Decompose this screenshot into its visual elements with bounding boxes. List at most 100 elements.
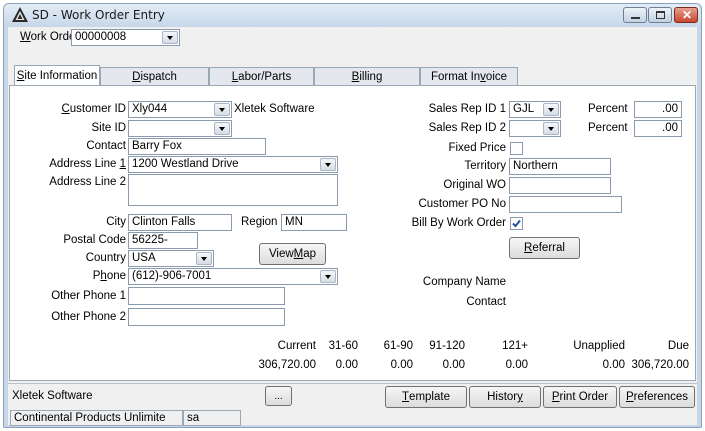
form-body: Work Order 00000008 Site Information Dis… [8,27,697,426]
customer-id-select[interactable]: Xly044 [128,101,232,118]
view-map-button[interactable]: View Map [259,243,326,265]
aging-header: 91-120 [429,340,465,352]
chevron-down-icon [543,103,559,116]
tab-site-information[interactable]: Site Information [14,65,100,86]
postal-code-label: Postal Code [63,234,126,246]
chevron-down-icon [543,122,559,135]
chevron-down-icon [214,103,230,116]
history-button[interactable]: Histor y [469,386,541,408]
other-phone-1-label: Other Phone 1 [51,290,126,302]
site-id-select[interactable] [128,120,232,137]
work-order-select[interactable]: 00000008 [71,29,180,46]
preferences-button[interactable]: Preferences [619,386,695,408]
sales-rep-2-select[interactable] [509,120,561,137]
tab-labor-parts[interactable]: Labor/Parts [209,67,314,86]
chevron-down-icon [214,122,230,135]
checkmark-icon [512,219,521,228]
region-value: MN [285,216,303,228]
territory-label: Territory [464,160,506,172]
country-label: Country [85,252,126,264]
status-company: Continental Products Unlimite [10,410,183,426]
percent-2-field[interactable]: .00 [634,120,682,137]
aging-value: 306,720.00 [631,359,689,371]
bill-by-work-order-checkbox[interactable] [510,217,523,230]
close-button[interactable]: ✕ [674,7,698,23]
sales-rep-1-label: Sales Rep ID 1 [428,103,506,115]
region-label: Region [241,216,278,228]
minimize-button[interactable] [623,7,647,23]
sales-rep-2-label: Sales Rep ID 2 [428,122,506,134]
address-line-1-select[interactable]: 1200 Westland Drive [128,156,338,173]
address-line-1-value: 1200 Westland Drive [132,158,239,170]
postal-code-field[interactable]: 56225- [128,232,198,249]
close-icon: ✕ [682,8,693,22]
address-line-1-label: Address Line 1 [49,158,126,170]
percent-1-field[interactable]: .00 [634,101,682,118]
country-select[interactable]: USA [128,250,214,267]
aging-header: 61-90 [383,340,413,352]
sales-rep-1-value: GJL [513,103,535,115]
chevron-down-icon [162,31,178,44]
chevron-down-icon [320,158,336,171]
print-order-button[interactable]: Print Order [543,386,617,408]
chevron-down-icon [196,252,212,265]
percent-2-label: Percent [588,122,628,134]
work-order-value: 00000008 [75,31,127,43]
territory-value: Northern [513,160,558,172]
customer-po-label: Customer PO No [418,198,506,210]
region-field[interactable]: MN [281,214,347,231]
other-phone-2-field[interactable] [128,308,285,326]
minimize-icon [631,17,640,19]
chevron-down-icon [320,270,336,283]
title-bar: SD - Work Order Entry ✕ [4,4,701,26]
maximize-icon [656,11,665,19]
phone-label: Phone [92,270,126,282]
contact-field[interactable]: Barry Fox [128,138,266,155]
status-user-text: sa [187,412,200,424]
address-line-2-label: Address Line 2 [49,176,126,188]
site-information-panel: Customer ID Xly044 Xletek Software Site … [9,85,696,381]
aging-value: 0.00 [390,359,413,371]
sales-rep-1-select[interactable]: GJL [509,101,561,118]
aging-value: 0.00 [335,359,358,371]
status-company-text: Continental Products Unlimite [14,412,166,424]
template-button[interactable]: Template [385,386,467,408]
address-line-2-field[interactable] [128,174,338,206]
contact-label: Contact [86,140,126,152]
city-field[interactable]: Clinton Falls [128,214,232,231]
fixed-price-checkbox[interactable] [510,142,523,155]
customer-id-label: Customer ID [61,103,126,115]
territory-field[interactable]: Northern [509,158,611,175]
work-order-window: SD - Work Order Entry ✕ Work Order 00000… [3,3,702,428]
site-id-label: Site ID [91,122,126,134]
aging-value: 306,720.00 [258,359,316,371]
right-contact-label: Contact [466,296,506,308]
more-button[interactable]: ... [265,386,292,406]
other-phone-1-field[interactable] [128,287,285,305]
country-value: USA [132,252,156,264]
aging-header: Current [277,340,316,352]
original-wo-field[interactable] [509,177,611,194]
ellipsis-icon: ... [274,390,283,402]
customer-id-value: Xly044 [132,103,168,115]
phone-value: (612)-906-7001 [132,270,212,282]
aging-value: 0.00 [442,359,465,371]
tab-dispatch[interactable]: Dispatch [100,67,209,86]
aging-header: Unapplied [573,340,625,352]
percent-1-value: .00 [662,103,678,115]
customer-po-field[interactable] [509,196,622,213]
bill-by-work-order-label: Bill By Work Order [411,217,506,229]
aging-value: 0.00 [505,359,528,371]
aging-header: 31-60 [328,340,358,352]
tab-format-invoice[interactable]: Format In v oice [420,67,518,86]
maximize-button[interactable] [648,7,672,23]
aging-header: 121+ [502,340,528,352]
fixed-price-label: Fixed Price [448,142,506,154]
app-logo-icon [12,7,28,22]
postal-code-value: 56225- [132,234,168,246]
tab-billing[interactable]: Billing [314,67,420,86]
footer-company-name: Xletek Software [12,390,93,402]
status-user: sa [183,410,241,426]
phone-select[interactable]: (612)-906-7001 [128,268,338,285]
referral-button[interactable]: Referral [509,237,580,259]
